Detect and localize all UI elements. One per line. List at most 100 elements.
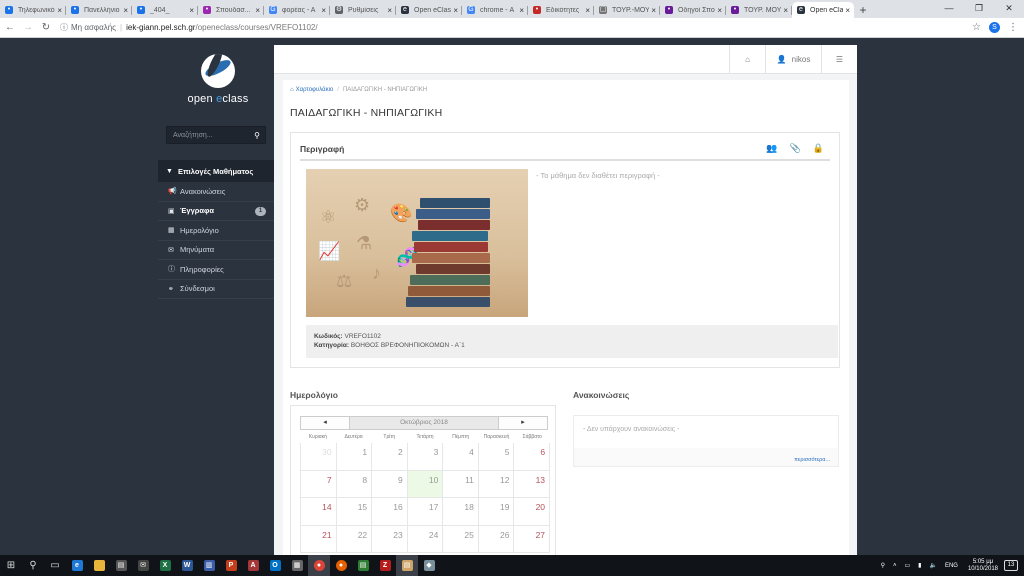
network-icon[interactable]: ▭ bbox=[904, 562, 910, 569]
search-icon[interactable]: ⚲ bbox=[22, 555, 44, 576]
tab-close-icon[interactable]: × bbox=[519, 6, 524, 15]
calendar-day[interactable]: 30 bbox=[300, 443, 337, 471]
language-indicator[interactable]: ENG bbox=[945, 563, 958, 569]
info-icon[interactable]: ⓘ bbox=[60, 22, 68, 33]
back-icon[interactable]: ← bbox=[2, 20, 18, 36]
bookmark-star-icon[interactable]: ☆ bbox=[972, 22, 981, 33]
omnibox[interactable]: ⓘ Μη ασφαλής | iek-giann.pel.sch.gr/open… bbox=[60, 20, 966, 36]
announcements-more-link[interactable]: περισσότερα... bbox=[794, 457, 830, 463]
app-icon[interactable]: ◆ bbox=[418, 555, 440, 576]
calendar-day[interactable]: 19 bbox=[478, 498, 515, 526]
browser-tab[interactable]: Gφορέας - Α × bbox=[264, 2, 330, 18]
course-menu-heading[interactable]: ▼ Επιλογές Μαθήματος bbox=[158, 160, 274, 182]
browser-tab[interactable]: • Οδηγοί Σπο × bbox=[660, 2, 726, 18]
firefox-icon[interactable]: ● bbox=[330, 555, 352, 576]
reload-icon[interactable]: ↻ bbox=[38, 20, 54, 36]
paperclip-icon[interactable]: 📎 bbox=[790, 143, 801, 154]
maximize-button[interactable]: ❐ bbox=[964, 0, 994, 16]
new-tab-button[interactable]: + bbox=[854, 2, 872, 18]
settings-button[interactable]: ☰ bbox=[821, 45, 857, 74]
tab-close-icon[interactable]: × bbox=[57, 6, 62, 15]
calendar-day[interactable]: 1 bbox=[336, 443, 373, 471]
tray-arrow-icon[interactable]: ˄ bbox=[893, 563, 897, 569]
calendar-day[interactable]: 8 bbox=[336, 470, 373, 498]
calendar-day[interactable]: 23 bbox=[372, 525, 408, 553]
tab-close-icon[interactable]: × bbox=[453, 6, 458, 15]
calendar-day[interactable]: 25 bbox=[443, 525, 479, 553]
calendar-day[interactable]: 12 bbox=[478, 470, 515, 498]
search-input[interactable]: Αναζήτηση... bbox=[167, 132, 249, 139]
excel-icon[interactable]: X bbox=[154, 555, 176, 576]
chrome-icon[interactable]: ● bbox=[308, 555, 330, 576]
calendar-day[interactable]: 11 bbox=[443, 470, 479, 498]
calendar-day[interactable]: 6 bbox=[514, 443, 551, 471]
tab-close-icon[interactable]: × bbox=[321, 6, 326, 15]
sidebar-item[interactable]: ▣ Έγγραφα 1 bbox=[158, 202, 274, 221]
tab-close-icon[interactable]: × bbox=[783, 6, 788, 15]
calendar-day[interactable]: 4 bbox=[443, 443, 479, 471]
sidebar-item[interactable]: 📢 Ανακοινώσεις bbox=[158, 182, 274, 202]
calendar-day[interactable]: 17 bbox=[407, 498, 444, 526]
tab-close-icon[interactable]: × bbox=[651, 6, 656, 15]
calendar-day[interactable]: 21 bbox=[300, 525, 337, 553]
browser-tab[interactable]: • ΤΟΥΡ. ΜΟΥ × bbox=[726, 2, 792, 18]
calendar-day[interactable]: 3 bbox=[407, 443, 444, 471]
calendar-day[interactable]: 22 bbox=[336, 525, 373, 553]
calendar-day[interactable]: 16 bbox=[372, 498, 408, 526]
calendar-day[interactable]: 5 bbox=[478, 443, 515, 471]
edge-icon[interactable]: e bbox=[66, 555, 88, 576]
tab-close-icon[interactable]: × bbox=[255, 6, 260, 15]
browser-tab[interactable]: Gchrome - Α × bbox=[462, 2, 528, 18]
chrome-menu-icon[interactable]: ⋮ bbox=[1008, 22, 1018, 33]
calendar-day[interactable]: 7 bbox=[300, 470, 337, 498]
calculator-icon[interactable]: ▦ bbox=[286, 555, 308, 576]
battery-icon[interactable]: ▮ bbox=[918, 562, 921, 569]
browser-tab[interactable]: e Open eClas × bbox=[792, 2, 854, 18]
mail-icon[interactable]: ✉ bbox=[132, 555, 154, 576]
clock[interactable]: 5:05 μμ 10/10/2018 bbox=[968, 559, 998, 573]
tab-close-icon[interactable]: × bbox=[717, 6, 722, 15]
sidebar-item[interactable]: ✉ Μηνύματα bbox=[158, 241, 274, 260]
eclass-logo[interactable]: open eclass bbox=[186, 54, 250, 114]
notepad-icon[interactable]: ▤ bbox=[396, 555, 418, 576]
calendar-day[interactable]: 13 bbox=[514, 470, 551, 498]
minimize-button[interactable]: — bbox=[934, 0, 964, 16]
tab-close-icon[interactable]: × bbox=[585, 6, 590, 15]
sidebar-item[interactable]: ⓘ Πληροφορίες bbox=[158, 260, 274, 280]
powerpoint-icon[interactable]: P bbox=[220, 555, 242, 576]
browser-tab[interactable]: • Πανελλήνιο × bbox=[66, 2, 132, 18]
users-icon[interactable]: 👥 bbox=[766, 143, 777, 154]
browser-tab[interactable]: • Εδικότητες × bbox=[528, 2, 594, 18]
calendar-day[interactable]: 2 bbox=[372, 443, 408, 471]
sidebar-item[interactable]: ⚭ Σύνδεσμοι bbox=[158, 280, 274, 299]
spreadsheet-icon[interactable]: ▤ bbox=[352, 555, 374, 576]
calendar-day[interactable]: 20 bbox=[514, 498, 551, 526]
windows-start-icon[interactable]: ⊞ bbox=[0, 555, 22, 576]
tab-close-icon[interactable]: × bbox=[189, 6, 194, 15]
onenote-icon[interactable]: ▥ bbox=[198, 555, 220, 576]
store-icon[interactable]: ▤ bbox=[110, 555, 132, 576]
calendar-prev-button[interactable]: ◂ bbox=[300, 416, 350, 430]
people-icon[interactable]: ⚲ bbox=[881, 562, 885, 569]
calendar-day[interactable]: 10 bbox=[407, 470, 444, 498]
calendar-day[interactable]: 18 bbox=[443, 498, 479, 526]
breadcrumb-portfolio-link[interactable]: Χαρτοφυλάκιο bbox=[296, 87, 334, 93]
tab-close-icon[interactable]: × bbox=[845, 6, 850, 15]
browser-tab[interactable]: • Σπουδασ... × bbox=[198, 2, 264, 18]
forward-icon[interactable]: → bbox=[20, 20, 36, 36]
access-icon[interactable]: A bbox=[242, 555, 264, 576]
calendar-next-button[interactable]: ▸ bbox=[498, 416, 548, 430]
home-button[interactable]: ⌂ bbox=[729, 45, 765, 74]
volume-icon[interactable]: 🔈 bbox=[929, 562, 936, 569]
browser-tab[interactable]: ▢ ΤΟΥΡ.-ΜΟΥ × bbox=[594, 2, 660, 18]
profile-avatar[interactable]: S bbox=[989, 22, 1000, 33]
calendar-day[interactable]: 9 bbox=[372, 470, 408, 498]
calendar-day[interactable]: 27 bbox=[514, 525, 551, 553]
browser-tab[interactable]: ⚙ Ρυθμίσεις × bbox=[330, 2, 396, 18]
filezilla-icon[interactable]: Z bbox=[374, 555, 396, 576]
calendar-day[interactable]: 15 bbox=[336, 498, 373, 526]
browser-tab[interactable]: • _404_ × bbox=[132, 2, 198, 18]
calendar-day[interactable]: 24 bbox=[407, 525, 444, 553]
browser-tab[interactable]: • Τηλεφωνικό × bbox=[0, 2, 66, 18]
user-menu-button[interactable]: 👤 nikos bbox=[765, 45, 821, 74]
